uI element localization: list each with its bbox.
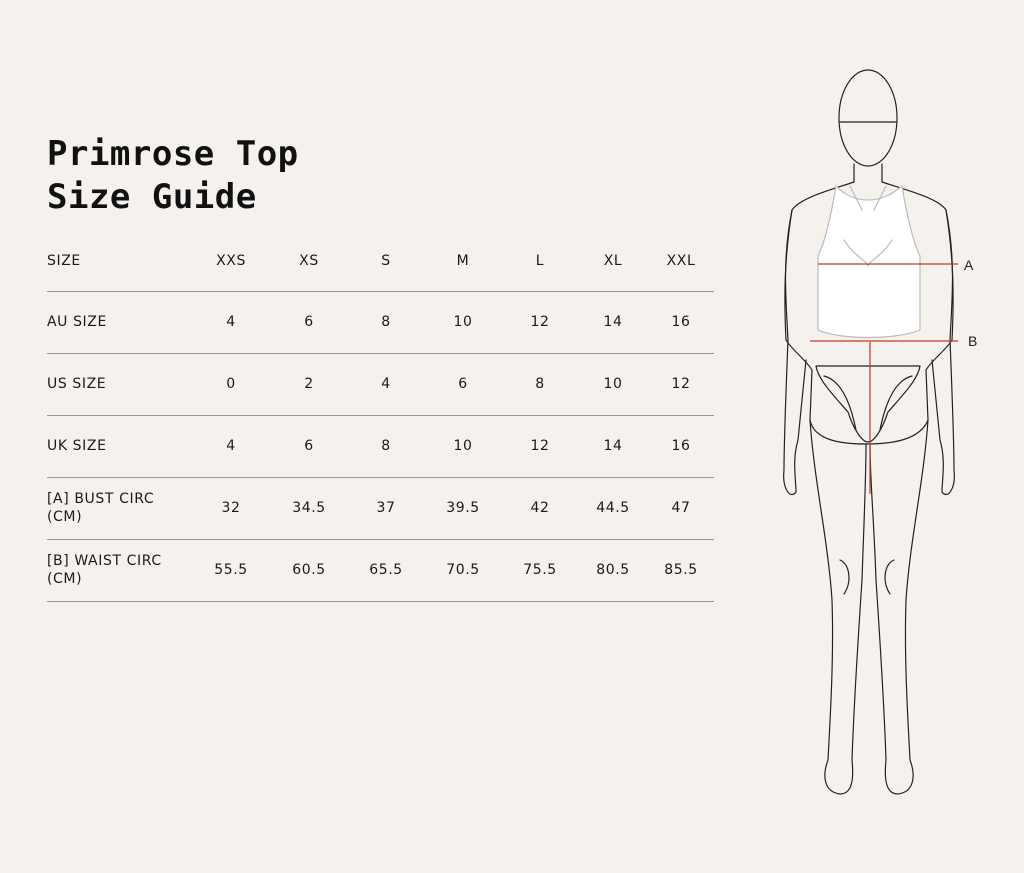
table-cell: 10	[578, 353, 648, 416]
table-cell: 10	[424, 291, 502, 354]
table-cell: 4	[192, 291, 270, 354]
column-header: M	[424, 232, 502, 292]
table-cell: 12	[502, 291, 578, 354]
figure-right-leg	[869, 419, 929, 795]
table-row: AU SIZE 4 6 8 10 12 14 16	[47, 291, 714, 354]
table-cell: 32	[192, 477, 270, 540]
table-cell: 6	[270, 415, 348, 478]
table-row: UK SIZE 4 6 8 10 12 14 16	[47, 415, 714, 478]
body-measurement-figure: A B	[770, 60, 1024, 820]
figure-left-knee	[839, 559, 850, 595]
column-header: L	[502, 232, 578, 292]
table-cell: 8	[502, 353, 578, 416]
column-header: XS	[270, 232, 348, 292]
table-cell: 6	[270, 291, 348, 354]
column-header: XXL	[648, 232, 714, 292]
table-cell: 12	[502, 415, 578, 478]
table-cell: 37	[348, 477, 424, 540]
table-row: [A] BUST CIRC (CM) 32 34.5 37 39.5 42 44…	[47, 477, 714, 540]
table-cell: 75.5	[502, 539, 578, 602]
croquis-illustration: A B	[783, 69, 977, 795]
table-row: [B] WAIST CIRC (CM) 55.5 60.5 65.5 70.5 …	[47, 539, 714, 602]
table-cell: 34.5	[270, 477, 348, 540]
table-cell: 10	[424, 415, 502, 478]
column-header: XXS	[192, 232, 270, 292]
column-header: SIZE	[47, 232, 192, 292]
row-label: UK SIZE	[47, 415, 192, 478]
table-cell: 44.5	[578, 477, 648, 540]
waist-marker-label: B	[968, 333, 977, 349]
table-row: US SIZE 0 2 4 6 8 10 12	[47, 353, 714, 416]
table-cell: 85.5	[648, 539, 714, 602]
table-cell: 65.5	[348, 539, 424, 602]
table-cell: 80.5	[578, 539, 648, 602]
table-cell: 6	[424, 353, 502, 416]
table-cell: 14	[578, 415, 648, 478]
table-cell: 16	[648, 291, 714, 354]
figure-neck	[853, 163, 883, 183]
table-cell: 4	[348, 353, 424, 416]
table-cell: 70.5	[424, 539, 502, 602]
row-label: [B] WAIST CIRC (CM)	[47, 539, 192, 602]
table-header-row: SIZE XXS XS S M L XL XXL	[47, 232, 714, 292]
column-header: XL	[578, 232, 648, 292]
table-cell: 8	[348, 415, 424, 478]
row-label: [A] BUST CIRC (CM)	[47, 477, 192, 540]
table-cell: 2	[270, 353, 348, 416]
table-cell: 60.5	[270, 539, 348, 602]
figure-briefs	[815, 365, 921, 443]
column-header: S	[348, 232, 424, 292]
page-title: Primrose Top Size Guide	[47, 133, 299, 219]
title-line-product: Primrose Top	[47, 134, 299, 174]
table-cell: 16	[648, 415, 714, 478]
figure-head	[838, 69, 898, 167]
table-cell: 42	[502, 477, 578, 540]
table-cell: 47	[648, 477, 714, 540]
figure-top-garment	[817, 185, 921, 339]
bust-marker-label: A	[964, 257, 974, 273]
table-cell: 12	[648, 353, 714, 416]
row-label: AU SIZE	[47, 291, 192, 354]
figure-right-knee	[884, 559, 895, 595]
title-line-guide: Size Guide	[47, 177, 257, 217]
table-cell: 39.5	[424, 477, 502, 540]
table-cell: 4	[192, 415, 270, 478]
figure-briefs-detail	[823, 375, 913, 431]
figure-left-leg	[809, 419, 867, 795]
table-cell: 0	[192, 353, 270, 416]
size-chart-table: SIZE XXS XS S M L XL XXL AU SIZE 4 6 8 1…	[47, 232, 714, 602]
table-cell: 14	[578, 291, 648, 354]
table-cell: 55.5	[192, 539, 270, 602]
table-cell: 8	[348, 291, 424, 354]
row-label: US SIZE	[47, 353, 192, 416]
